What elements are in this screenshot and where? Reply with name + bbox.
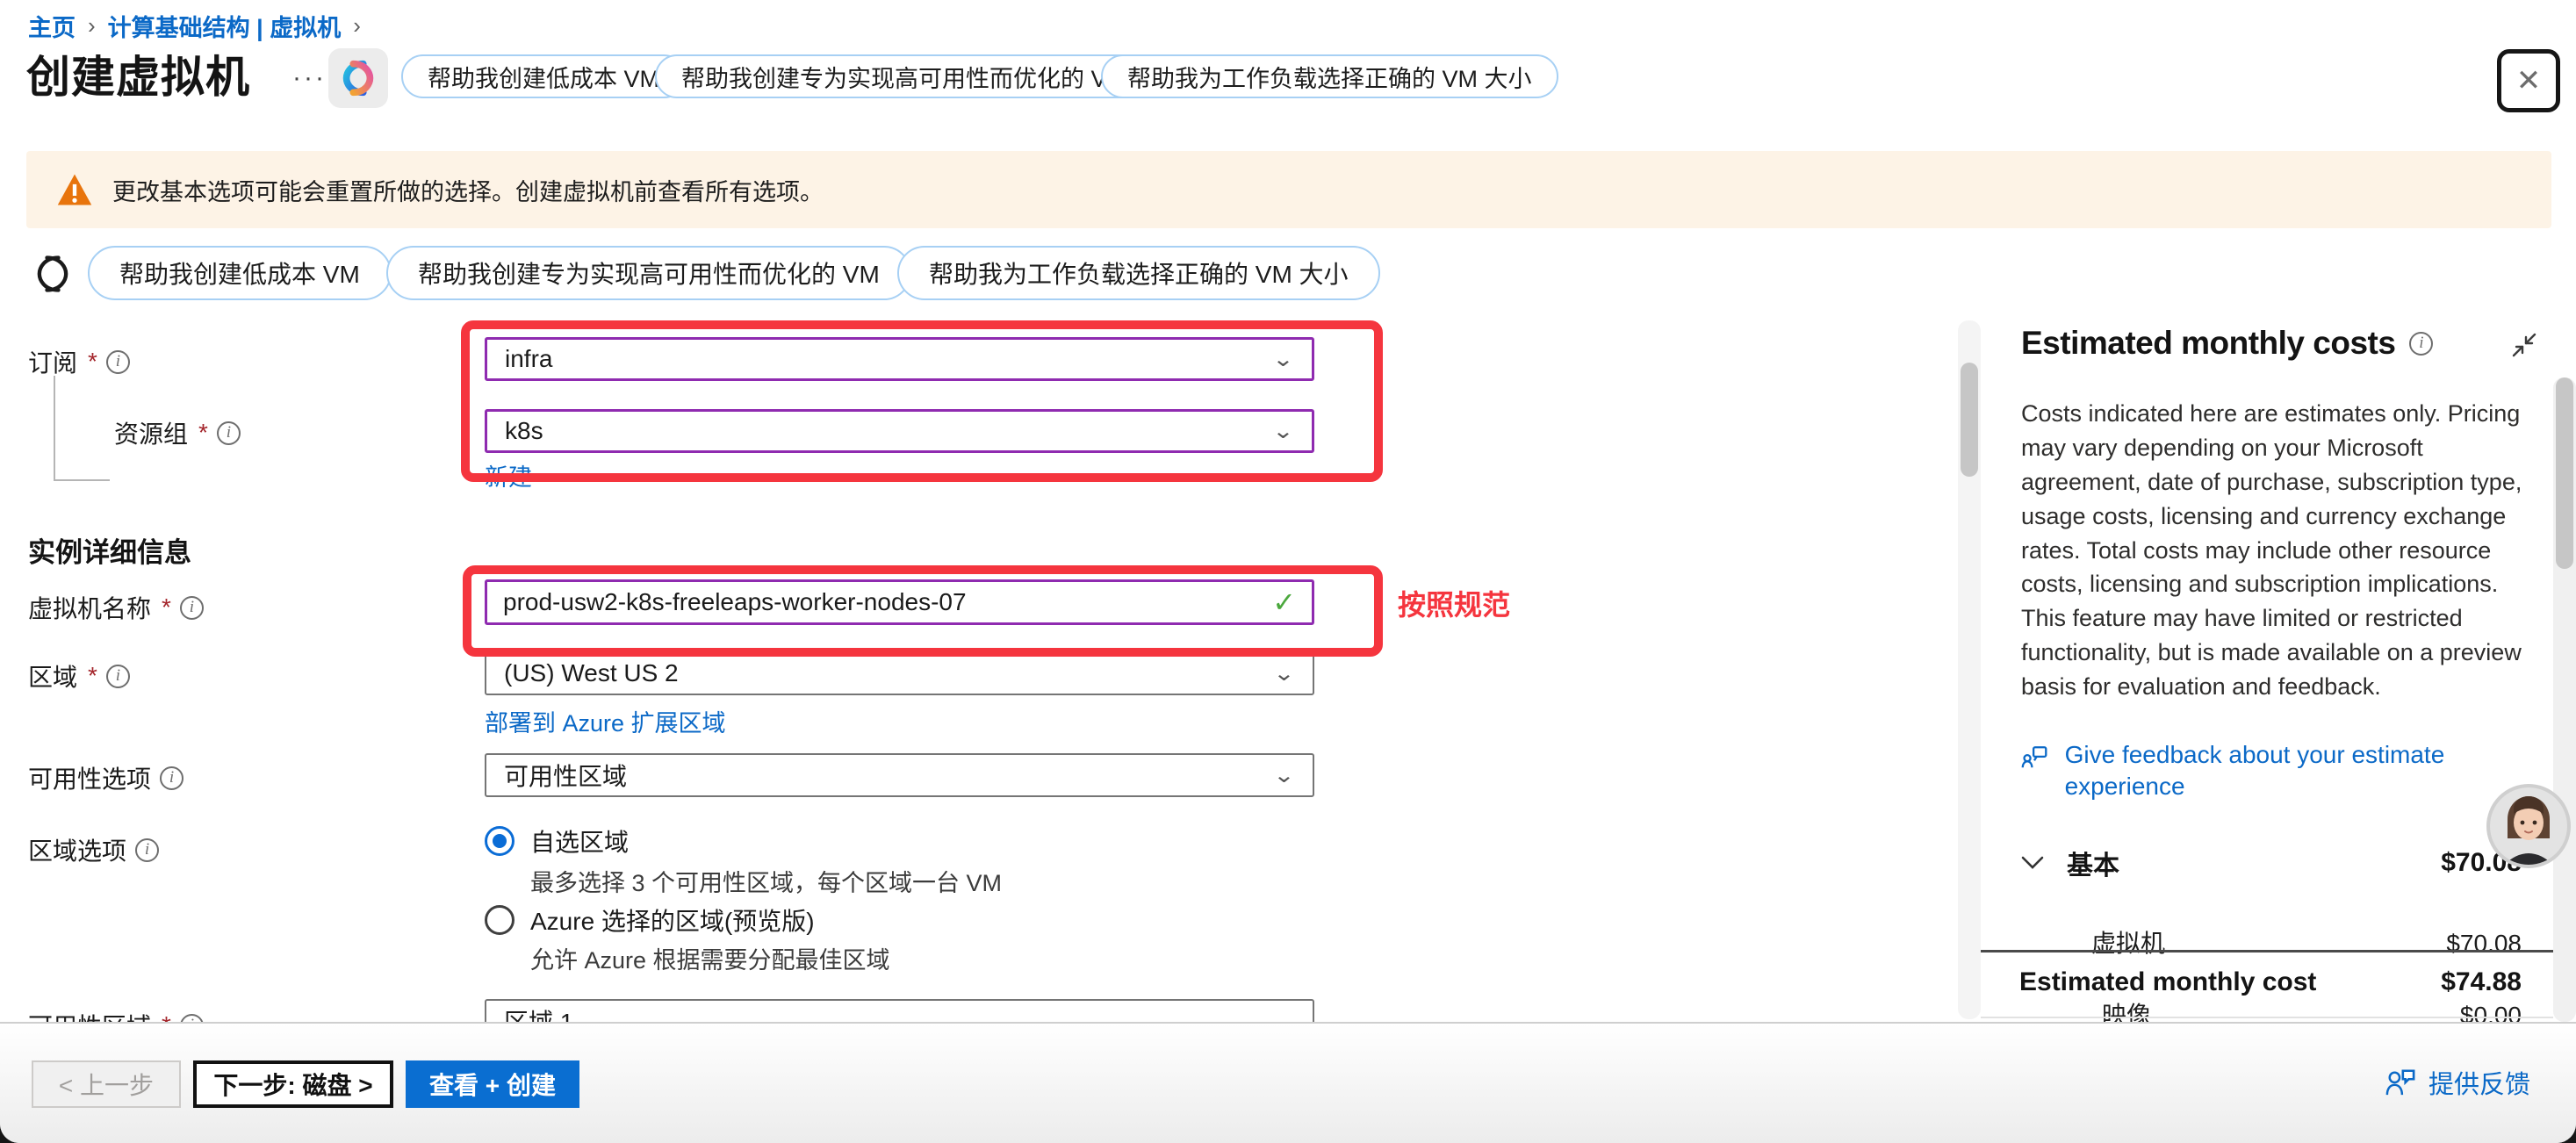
availability-options-label: 可用性选项 i [28,760,183,795]
chevron-down-icon [2021,855,2044,871]
cost-total-divider [1981,950,2553,952]
previous-button[interactable]: < 上一步 [32,1060,181,1108]
vm-name-input[interactable]: prod-usw2-k8s-freeleaps-worker-nodes-07 … [485,579,1314,625]
collapse-panel-icon[interactable] [2511,332,2537,363]
more-options-ellipsis[interactable]: ··· [292,63,327,93]
cost-panel-scrollbar-thumb[interactable] [2556,377,2573,569]
cost-item-amount: $70.08 [2446,930,2522,958]
zone-options-radio-azure-select[interactable]: Azure 选择的区域(预览版) [485,902,815,938]
availability-zone-dropdown[interactable]: 区域 1 ⌄ [485,999,1314,1022]
estimate-feedback-link[interactable]: Give feedback about your estimate experi… [2021,739,2513,803]
cost-group-basics-row[interactable]: 基本 $70.08 [2021,844,2522,882]
warning-banner: 更改基本选项可能会重置所做的选择。创建虚拟机前查看所有选项。 [26,151,2551,228]
availability-zone-label: 可用性区域* i [28,1008,204,1022]
breadcrumb-separator: › [353,12,361,40]
cost-group-name: 基本 [2067,844,2119,882]
main-scrollbar[interactable] [1958,320,1981,1019]
zone-options-radio1-description: 最多选择 3 个可用性区域，每个区域一台 VM [530,864,1002,898]
copilot-suggestion-high-availability[interactable]: 帮助我创建专为实现高可用性而优化的 VM [386,246,911,300]
divider [1981,1017,2553,1018]
page-title: 创建虚拟机 [26,42,250,105]
total-label: Estimated monthly cost [2019,967,2316,997]
total-amount: $74.88 [2441,967,2522,997]
cost-item-name: 虚拟机 [2091,924,2165,960]
basics-form: 订阅* i infra ⌄ 资源组* i k8s ⌄ 新建 实例详细信息 虚拟机… [0,298,1954,1022]
chevron-down-icon: ⌄ [1273,763,1295,787]
cost-panel-title: Estimated monthly costs [2021,325,2395,362]
review-create-button[interactable]: 查看 + 创建 [406,1060,579,1108]
subscription-value: infra [505,345,552,373]
region-dropdown[interactable]: (US) West US 2 ⌄ [485,651,1314,695]
info-icon[interactable]: i [106,350,130,374]
warning-icon [56,172,93,207]
info-icon[interactable]: i [106,665,130,688]
breadcrumb: 主页 › 计算基础结构 | 虚拟机 › [28,9,361,43]
availability-zone-value: 区域 1 [504,1003,573,1022]
chevron-down-icon: ⌄ [1273,661,1295,686]
field-connector-line [54,376,110,481]
info-icon[interactable]: i [2409,332,2433,356]
cost-panel-description: Costs indicated here are estimates only.… [2021,397,2548,704]
resource-group-dropdown[interactable]: k8s ⌄ [485,409,1314,453]
vm-name-label: 虚拟机名称* i [28,590,204,625]
estimated-monthly-cost-row: Estimated monthly cost $74.88 [2019,967,2522,997]
info-icon[interactable]: i [160,766,183,790]
subscription-label: 订阅* i [28,344,130,379]
instance-details-section-header: 实例详细信息 [28,530,191,570]
cost-item-vm-row: 虚拟机 $70.08 [2021,924,2522,960]
copilot-suggestion-high-availability[interactable]: 帮助我创建专为实现高可用性而优化的 VM [655,54,1153,98]
breadcrumb-home[interactable]: 主页 [28,9,76,43]
availability-options-value: 可用性区域 [504,758,627,793]
deploy-extended-zones-link[interactable]: 部署到 Azure 扩展区域 [485,704,726,738]
info-icon[interactable]: i [180,1014,204,1023]
close-button[interactable]: ✕ [2497,49,2560,112]
warning-text: 更改基本选项可能会重置所做的选择。创建虚拟机前查看所有选项。 [112,173,824,207]
zone-options-label: 区域选项 i [28,832,159,867]
radio-unselected-icon[interactable] [485,905,514,935]
copilot-suggestion-low-cost[interactable]: 帮助我创建低成本 VM [88,246,392,300]
create-new-resource-group-link[interactable]: 新建 [485,458,532,492]
next-disks-button[interactable]: 下一步: 磁盘 > [193,1060,393,1108]
radio-selected-icon[interactable] [485,826,514,856]
wizard-footer: < 上一步 下一步: 磁盘 > 查看 + 创建 提供反馈 [0,1022,2576,1143]
resource-group-value: k8s [505,417,543,445]
chevron-down-icon: ⌄ [1273,1009,1295,1022]
resource-group-label: 资源组* i [114,415,241,450]
subscription-dropdown[interactable]: infra ⌄ [485,337,1314,381]
copilot-suggestion-low-cost[interactable]: 帮助我创建低成本 VM [401,54,686,98]
copilot-suggestion-right-size[interactable]: 帮助我为工作负载选择正确的 VM 大小 [897,246,1380,300]
cost-panel-scrollbar[interactable] [2553,377,2576,1022]
info-icon[interactable]: i [135,838,159,862]
info-icon[interactable]: i [217,421,241,445]
chevron-down-icon: ⌄ [1272,347,1294,371]
zone-options-radio-self-select[interactable]: 自选区域 [485,823,629,859]
copilot-outline-icon [30,251,76,301]
availability-options-dropdown[interactable]: 可用性区域 ⌄ [485,753,1314,797]
breadcrumb-separator: › [88,12,96,40]
avatar[interactable] [2486,784,2571,868]
region-value: (US) West US 2 [504,659,679,687]
vm-name-value: prod-usw2-k8s-freeleaps-worker-nodes-07 [503,588,967,616]
chevron-down-icon: ⌄ [1272,419,1294,443]
feedback-bubbles-icon [2021,739,2051,773]
breadcrumb-virtual-machines[interactable]: 计算基础结构 | 虚拟机 [108,9,342,43]
create-vm-blade: 主页 › 计算基础结构 | 虚拟机 › 创建虚拟机 ··· 帮助我创建低成本 V… [0,0,2576,1143]
copilot-icon[interactable] [328,48,388,108]
estimated-costs-panel: Estimated monthly costs i Costs indicate… [1986,325,2553,1065]
give-feedback-link[interactable]: 提供反馈 [2385,1064,2530,1101]
zone-options-radio2-description: 允许 Azure 根据需要分配最佳区域 [530,941,890,975]
feedback-person-icon [2385,1068,2416,1097]
valid-check-icon: ✓ [1272,586,1296,619]
region-label: 区域* i [28,658,130,694]
main-scrollbar-thumb[interactable] [1961,363,1978,477]
copilot-suggestion-right-size[interactable]: 帮助我为工作负载选择正确的 VM 大小 [1101,54,1558,98]
annotation-note: 按照规范 [1398,583,1510,623]
close-icon: ✕ [2516,66,2542,96]
info-icon[interactable]: i [180,596,204,620]
